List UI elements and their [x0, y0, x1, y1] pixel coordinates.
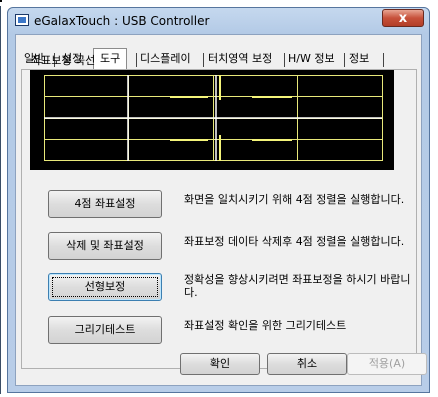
apply-button[interactable]: 적용(A) — [347, 353, 427, 375]
calibration-curve-plot — [44, 75, 383, 161]
app-icon — [15, 14, 29, 26]
tab-separator — [383, 53, 384, 67]
calibration-curve-label: 좌표보정 곡선 — [31, 54, 96, 67]
left-edge-line — [0, 6, 1, 394]
controller-window: eGalaxTouch : USB Controller x 일반 설정 도구 … — [7, 7, 430, 393]
tab-separator — [203, 53, 204, 67]
tab-display[interactable]: 디스플레이 — [140, 51, 191, 69]
calibration-curve-display — [30, 70, 394, 170]
draw-test-description: 좌표설정 확인을 위한 그리기테스트 — [184, 319, 347, 332]
draw-test-button[interactable]: 그리기테스트 — [48, 316, 162, 344]
close-button[interactable]: x — [382, 9, 424, 27]
tab-separator — [136, 53, 137, 67]
cancel-button[interactable]: 취소 — [267, 353, 347, 375]
tab-touch-area-calibration[interactable]: 터치영역 보정 — [208, 51, 272, 69]
clear-and-calibrate-button[interactable]: 삭제 및 좌표설정 — [48, 232, 162, 260]
four-point-calibration-description: 화면을 일치시키기 위해 4점 정렬을 실행합니다. — [184, 193, 405, 206]
tab-separator — [284, 53, 285, 67]
title-bar[interactable]: eGalaxTouch : USB Controller x — [8, 8, 429, 34]
tab-tools[interactable]: 도구 — [93, 48, 128, 70]
window-title: eGalaxTouch : USB Controller — [34, 14, 210, 28]
clear-and-calibrate-description: 좌표보정 데이타 삭제후 4점 정렬을 실행합니다. — [184, 235, 405, 248]
tab-info[interactable]: 정보 — [349, 51, 369, 69]
ok-button[interactable]: 확인 — [180, 353, 260, 375]
tab-hw-info[interactable]: H/W 정보 — [288, 51, 335, 69]
tab-separator — [344, 53, 345, 67]
linearization-description: 정확성을 향상시키려면 좌표보정을 하시기 바랍니다. — [184, 273, 411, 299]
corner-mark — [0, 0, 2, 2]
focus-rectangle — [52, 277, 158, 297]
four-point-calibration-button[interactable]: 4점 좌표설정 — [48, 190, 162, 218]
linearization-button[interactable]: 선형보정 — [48, 273, 162, 301]
